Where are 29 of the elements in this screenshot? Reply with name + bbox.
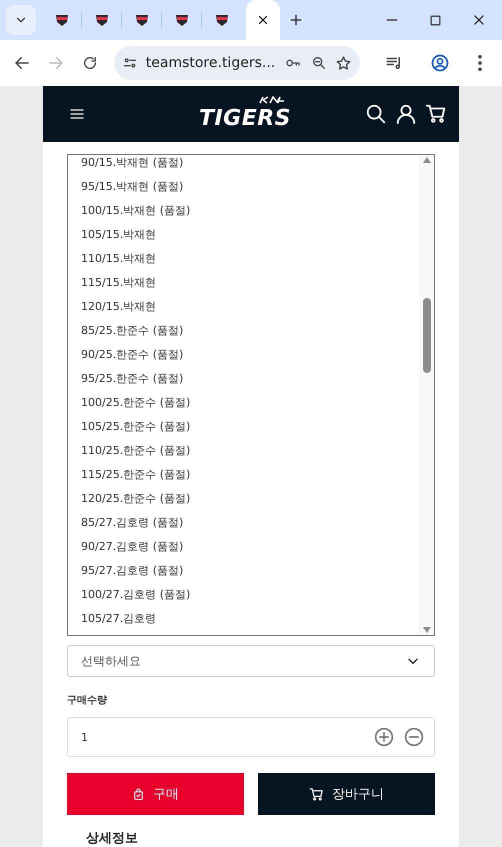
option-dropdown[interactable]: 선택하세요 (67, 645, 435, 677)
option-item[interactable]: 100/25.한준수 (품절) (81, 391, 419, 415)
option-item[interactable]: 115/25.한준수 (품절) (81, 463, 419, 487)
cart-button[interactable]: 장바구니 (258, 773, 435, 815)
option-item[interactable]: 85/25.한준수 (품절) (81, 319, 419, 343)
quantity-field[interactable]: 1 (67, 717, 435, 757)
option-item[interactable]: 120/15.박재현 (81, 295, 419, 319)
option-item[interactable]: 100/27.김호령 (품절) (81, 583, 419, 607)
option-item[interactable]: 105/15.박재현 (81, 223, 419, 247)
option-item[interactable]: 95/15.박재현 (품절) (81, 175, 419, 199)
address-bar[interactable]: teamstore.tigers... (114, 46, 360, 80)
option-item[interactable]: 95/27.김호령 (품절) (81, 559, 419, 583)
option-item[interactable]: 100/15.박재현 (품절) (81, 199, 419, 223)
option-item[interactable]: 105/27.김호령 (81, 607, 419, 631)
option-item[interactable]: 115/15.박재현 (81, 271, 419, 295)
option-item[interactable]: 110/25.한준수 (품절) (81, 439, 419, 463)
quantity-label: 구매수량 (67, 694, 108, 707)
detail-tab[interactable]: 상세정보 (86, 829, 435, 847)
option-item[interactable]: 95/25.한준수 (품절) (81, 367, 419, 391)
quantity-input[interactable]: 1 (81, 718, 374, 756)
option-item[interactable]: 90/15.박재현 (품절) (81, 155, 419, 175)
brand-logo-text[interactable]: TIGERS (198, 106, 292, 130)
option-item[interactable]: 105/25.한준수 (품절) (81, 415, 419, 439)
option-item[interactable]: 85/27.김호령 (품절) (81, 511, 419, 535)
option-item[interactable]: 110/15.박재현 (81, 247, 419, 271)
buy-button[interactable]: 구매 (67, 773, 244, 815)
option-item[interactable]: 120/25.한준수 (품절) (81, 487, 419, 511)
option-item[interactable]: 90/27.김호령 (품절) (81, 535, 419, 559)
option-item[interactable]: 90/25.한준수 (품절) (81, 343, 419, 367)
